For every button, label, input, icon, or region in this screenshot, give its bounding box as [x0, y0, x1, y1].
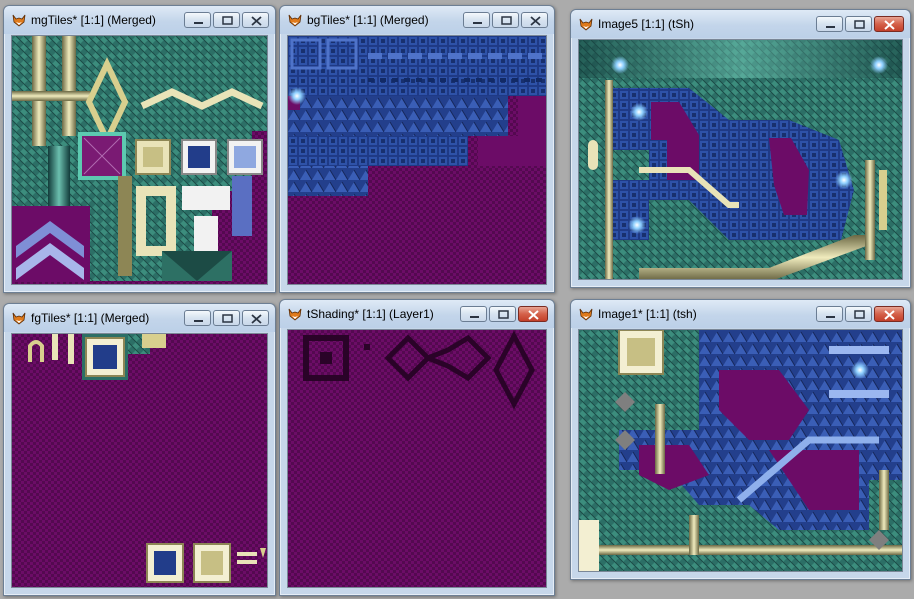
- minimize-button[interactable]: [184, 12, 211, 28]
- minimize-icon: [826, 316, 835, 318]
- maximize-icon: [854, 20, 865, 29]
- maximize-icon: [222, 314, 233, 323]
- maximize-button[interactable]: [492, 12, 519, 28]
- window-title: mgTiles* [1:1] (Merged): [31, 13, 156, 27]
- minimize-icon: [470, 316, 479, 318]
- window-title: Image1* [1:1] (tsh): [598, 307, 697, 321]
- window-title: bgTiles* [1:1] (Merged): [307, 13, 429, 27]
- window-titlebar[interactable]: mgTiles* [1:1] (Merged): [4, 6, 275, 34]
- tileset-canvas[interactable]: [11, 333, 268, 588]
- window-titlebar[interactable]: fgTiles* [1:1] (Merged): [4, 304, 275, 332]
- maximize-button[interactable]: [845, 306, 872, 322]
- maximize-button[interactable]: [845, 16, 872, 32]
- close-button[interactable]: [242, 12, 269, 28]
- level-map-image: [579, 330, 902, 571]
- window-image5[interactable]: Image5 [1:1] (tSh): [570, 9, 911, 288]
- tileset-canvas[interactable]: [11, 35, 268, 285]
- minimize-icon: [194, 320, 203, 322]
- maximize-button[interactable]: [489, 306, 516, 322]
- minimize-button[interactable]: [816, 306, 843, 322]
- close-icon: [884, 20, 895, 30]
- minimize-button[interactable]: [460, 306, 487, 322]
- tileset-canvas[interactable]: [287, 35, 547, 285]
- window-fgtiles[interactable]: fgTiles* [1:1] (Merged): [3, 303, 276, 596]
- window-bgtiles[interactable]: bgTiles* [1:1] (Merged): [279, 5, 555, 293]
- close-icon: [251, 16, 262, 26]
- window-titlebar[interactable]: Image5 [1:1] (tSh): [571, 10, 910, 38]
- fg-tiles-image: [28, 334, 266, 583]
- fox-app-icon: [579, 18, 593, 31]
- window-tshading[interactable]: tShading* [1:1] (Layer1): [279, 299, 555, 596]
- close-button[interactable]: [874, 306, 904, 322]
- close-button[interactable]: [521, 12, 548, 28]
- window-titlebar[interactable]: Image1* [1:1] (tsh): [571, 300, 910, 328]
- fox-app-icon: [579, 308, 593, 321]
- maximize-icon: [854, 310, 865, 319]
- map-canvas[interactable]: [578, 329, 903, 572]
- minimize-button[interactable]: [184, 310, 211, 326]
- window-titlebar[interactable]: bgTiles* [1:1] (Merged): [280, 6, 554, 34]
- close-button[interactable]: [518, 306, 548, 322]
- minimize-icon: [194, 22, 203, 24]
- maximize-button[interactable]: [213, 310, 240, 326]
- map-canvas[interactable]: [578, 39, 903, 280]
- close-icon: [528, 310, 539, 320]
- tileset-canvas[interactable]: [287, 329, 547, 588]
- window-title: Image5 [1:1] (tSh): [598, 17, 695, 31]
- minimize-button[interactable]: [816, 16, 843, 32]
- fox-app-icon: [288, 308, 302, 321]
- window-titlebar[interactable]: tShading* [1:1] (Layer1): [280, 300, 554, 328]
- window-title: fgTiles* [1:1] (Merged): [31, 311, 150, 325]
- window-mgtiles[interactable]: mgTiles* [1:1] (Merged): [3, 5, 276, 293]
- close-icon: [251, 314, 262, 324]
- close-icon: [530, 16, 541, 26]
- close-icon: [884, 310, 895, 320]
- mg-tiles-image: [12, 36, 267, 282]
- maximize-button[interactable]: [213, 12, 240, 28]
- bg-tiles-image: [288, 36, 546, 196]
- maximize-icon: [222, 16, 233, 25]
- maximize-icon: [501, 16, 512, 25]
- fox-app-icon: [12, 14, 26, 27]
- close-button[interactable]: [874, 16, 904, 32]
- window-image1[interactable]: Image1* [1:1] (tsh): [570, 299, 911, 580]
- fox-app-icon: [288, 14, 302, 27]
- maximize-icon: [498, 310, 509, 319]
- minimize-button[interactable]: [463, 12, 490, 28]
- minimize-icon: [826, 26, 835, 28]
- fox-app-icon: [12, 312, 26, 325]
- window-title: tShading* [1:1] (Layer1): [307, 307, 434, 321]
- shading-tiles-image: [303, 330, 535, 410]
- close-button[interactable]: [242, 310, 269, 326]
- level-map-image: [579, 40, 902, 279]
- minimize-icon: [473, 22, 482, 24]
